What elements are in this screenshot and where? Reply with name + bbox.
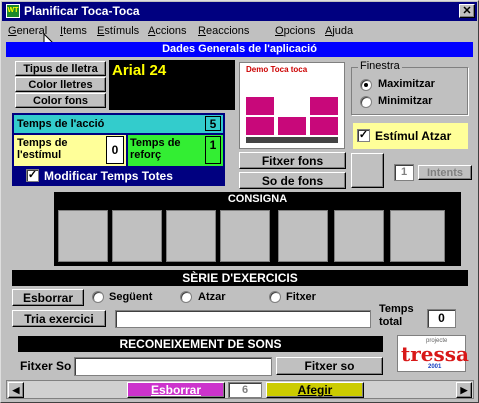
attempts-button[interactable]: Intents <box>418 165 472 180</box>
stimulus-time-value[interactable]: 0 <box>106 136 124 164</box>
close-button[interactable]: ✕ <box>459 4 475 18</box>
next-radio[interactable] <box>92 291 104 303</box>
logo-wordmark: tressa <box>401 342 469 366</box>
modify-all-times-checkbox[interactable]: ✓ <box>26 169 39 182</box>
app-icon: WT <box>6 4 20 18</box>
action-time-label: Temps de l'acció <box>17 118 105 130</box>
instruction-cell[interactable] <box>166 210 216 262</box>
choose-exercise-button[interactable]: Tria exercici <box>12 310 106 327</box>
menu-general[interactable]: General <box>8 25 47 37</box>
tressa-logo: projecte tressa 2001 <box>397 335 469 372</box>
logo-year: 2001 <box>428 364 442 370</box>
general-data-header: Dades Generals de l'aplicació <box>6 42 473 57</box>
next-label: Següent <box>109 291 153 303</box>
window-mode-group: Finestra Maximitzar Minimitzar <box>351 60 468 115</box>
instruction-cell[interactable] <box>278 210 328 262</box>
random-stimulus-checkbox[interactable]: ✓ <box>357 129 370 142</box>
instruction-area <box>54 206 461 266</box>
stimulus-time-label: Temps de l'estímul <box>17 137 68 161</box>
font-type-button[interactable]: Tipus de lletra <box>15 61 106 76</box>
preview-cell <box>278 97 306 115</box>
menu-bar: General Items Estímuls Accions Reaccions… <box>2 22 477 51</box>
time-panel: Temps de l'acció 5 Temps de l'estímul 0 … <box>12 113 225 186</box>
sound-preview-button[interactable] <box>351 153 384 188</box>
exercise-input[interactable] <box>115 310 371 328</box>
preview-cell <box>310 97 338 115</box>
menu-accions[interactable]: Accions <box>148 25 187 37</box>
menu-estimuls[interactable]: Estímuls <box>97 25 139 37</box>
preview-cell <box>278 117 306 135</box>
sound-file-button[interactable]: Fitxer so <box>276 357 383 375</box>
bottom-delete-button[interactable]: Esborrar <box>127 382 225 398</box>
instruction-cell[interactable] <box>334 210 384 262</box>
background-sound-button[interactable]: So de fons <box>239 172 346 189</box>
maximize-label: Maximitzar <box>378 78 435 90</box>
reinforcement-time-label: Temps de reforç <box>130 137 181 161</box>
menu-opcions[interactable]: Opcions <box>275 25 315 37</box>
preview-title: Demo Toca toca <box>246 65 308 74</box>
instruction-cell[interactable] <box>390 210 445 262</box>
sound-file-label: Fitxer So <box>20 359 72 373</box>
reinforcement-time-cell: Temps de reforç 1 <box>128 135 223 166</box>
add-button[interactable]: Afegir <box>266 382 364 398</box>
instruction-cell[interactable] <box>112 210 162 262</box>
preview-bar <box>246 137 338 143</box>
window-title: Planificar Toca-Toca <box>24 4 140 18</box>
total-time-label-line1: Temps <box>379 303 414 315</box>
navigation-bar: ◀ Esborrar 6 Afegir ▶ <box>6 380 474 399</box>
menu-reaccions[interactable]: Reaccions <box>198 25 249 37</box>
exercise-series-header: SÈRIE D'EXERCICIS <box>12 270 468 286</box>
minimize-label: Minimitzar <box>378 95 433 107</box>
item-counter: 6 <box>228 382 262 398</box>
modify-all-times-label: Modificar Temps Totes <box>44 169 173 183</box>
scroll-right-button[interactable]: ▶ <box>456 382 472 398</box>
font-preview: Arial 24 <box>109 60 235 110</box>
maximize-radio[interactable] <box>360 79 372 91</box>
random-stimulus-label: Estímul Atzar <box>375 129 452 143</box>
attempts-input[interactable]: 1 <box>394 164 414 181</box>
minimize-radio[interactable] <box>360 96 372 108</box>
window-mode-legend: Finestra <box>358 60 402 72</box>
action-time-value[interactable]: 5 <box>205 116 221 131</box>
sound-file-input[interactable] <box>74 357 272 376</box>
preview-cell <box>246 117 274 135</box>
instruction-cell[interactable] <box>58 210 108 262</box>
total-time-label-line2: total <box>379 316 403 328</box>
total-time-input[interactable]: 0 <box>427 309 456 328</box>
preview-cell <box>310 117 338 135</box>
scroll-left-button[interactable]: ◀ <box>8 382 24 398</box>
menu-ajuda[interactable]: Ajuda <box>325 25 353 37</box>
file-radio[interactable] <box>269 291 281 303</box>
instruction-header: CONSIGNA <box>54 192 461 206</box>
font-color-button[interactable]: Color lletres <box>15 77 106 92</box>
background-file-button[interactable]: Fitxer fons <box>239 152 346 169</box>
series-delete-button[interactable]: Esborrar <box>12 289 84 306</box>
random-radio[interactable] <box>180 291 192 303</box>
main-window: WT Planificar Toca-Toca ✕ General Items … <box>0 0 479 403</box>
sound-recognition-header: RECONEIXEMENT DE SONS <box>18 336 383 352</box>
title-bar[interactable]: WT Planificar Toca-Toca ✕ <box>2 2 477 21</box>
random-label: Atzar <box>198 291 226 303</box>
stimulus-time-cell: Temps de l'estímul 0 <box>14 135 126 166</box>
background-color-button[interactable]: Color fons <box>15 93 106 108</box>
background-preview-image[interactable]: Demo Toca toca <box>239 62 345 149</box>
instruction-cell[interactable] <box>220 210 270 262</box>
reinforcement-time-value[interactable]: 1 <box>205 136 221 164</box>
menu-items[interactable]: Items <box>60 25 87 37</box>
file-label: Fitxer <box>286 291 316 303</box>
preview-cell <box>246 97 274 115</box>
action-time-row: Temps de l'acció 5 <box>14 115 223 133</box>
random-stimulus-box: ✓ Estímul Atzar <box>353 123 468 149</box>
